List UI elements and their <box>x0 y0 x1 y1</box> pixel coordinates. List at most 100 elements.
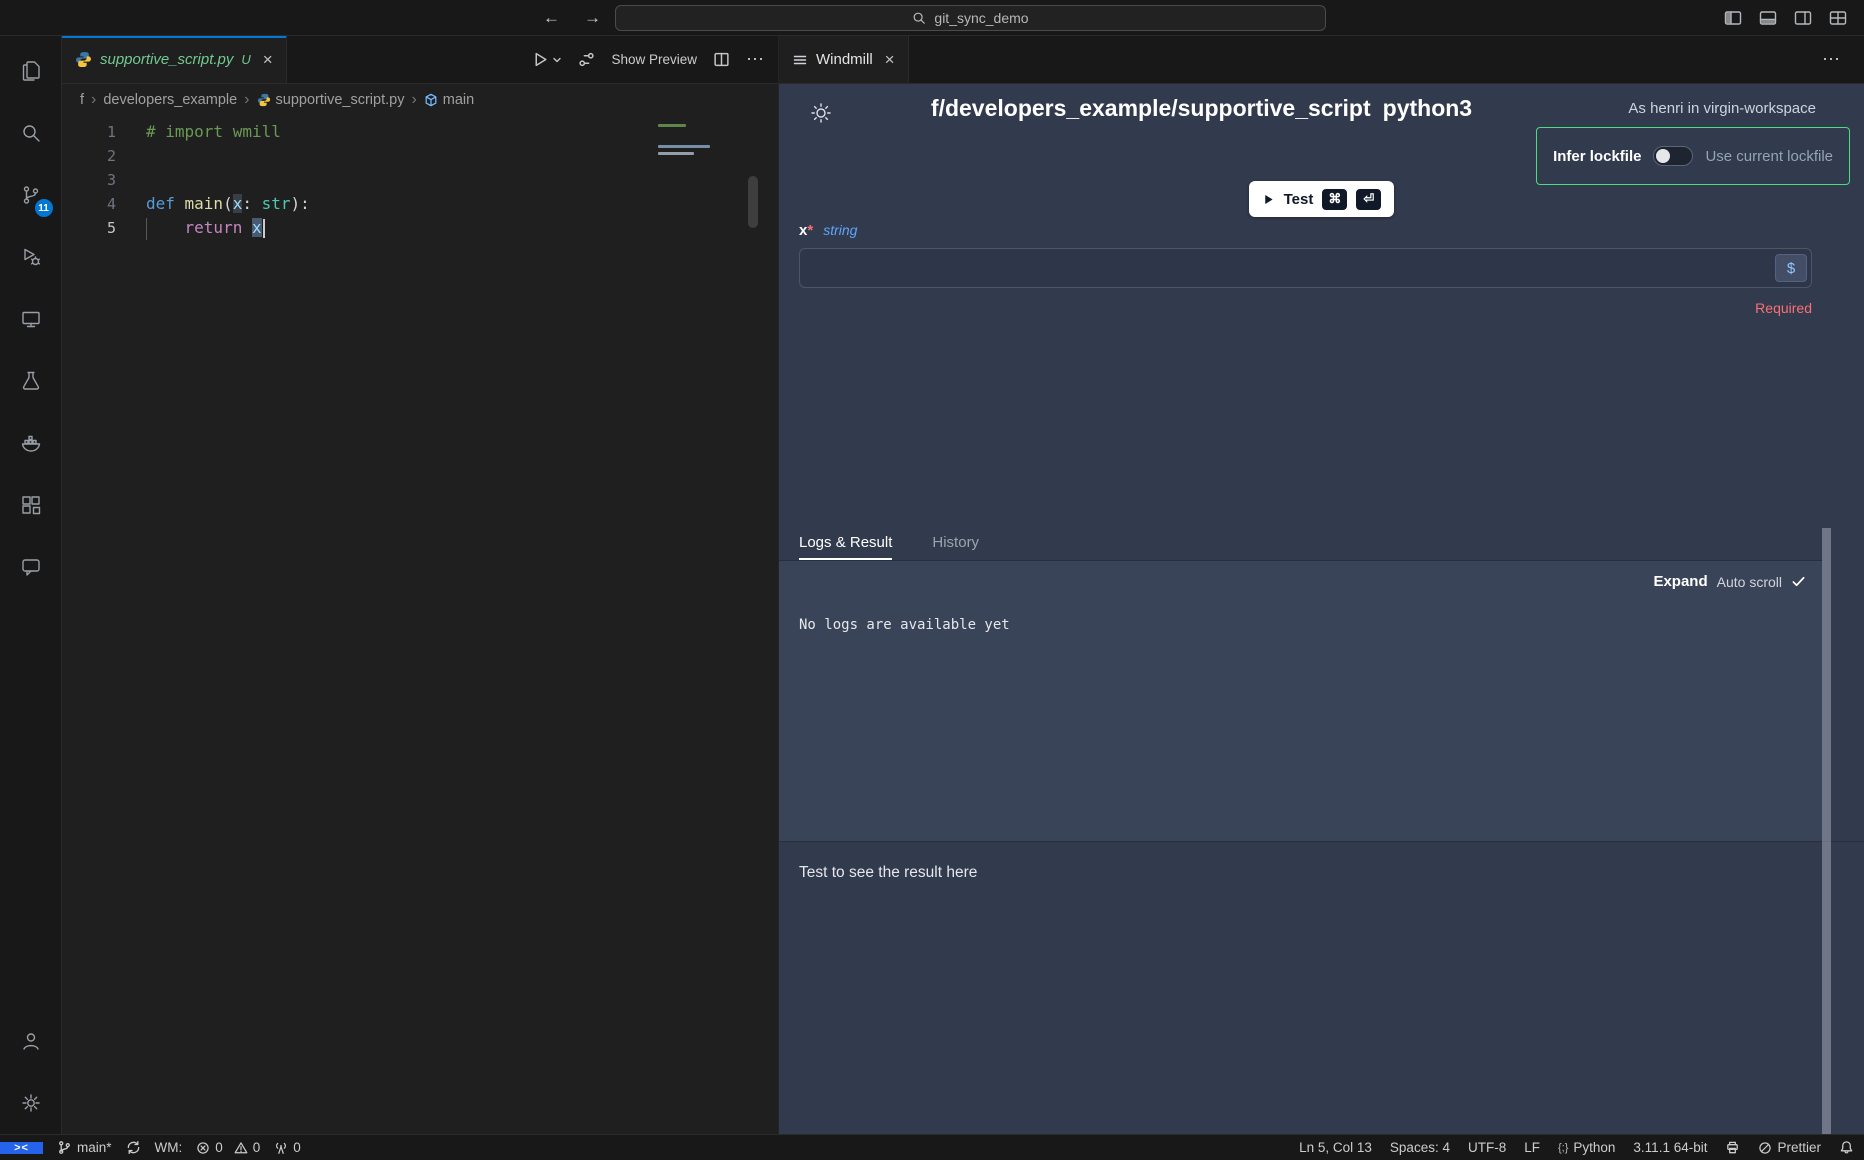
docker-icon[interactable] <box>0 412 62 474</box>
titlebar: ← → git_sync_demo <box>0 0 1864 36</box>
workbench: 11 <box>0 36 1864 1134</box>
close-tab-icon[interactable]: × <box>263 50 273 70</box>
toggle-sidebar-right-icon[interactable] <box>1793 8 1813 28</box>
breadcrumb-folder[interactable]: developers_example <box>103 92 237 108</box>
editor-scrollbar[interactable] <box>748 176 758 228</box>
status-bar-right: Ln 5, Col 13 Spaces: 4 UTF-8 LF {;} Pyth… <box>1299 1140 1864 1155</box>
language-mode-item[interactable]: {;} Python <box>1558 1140 1615 1155</box>
webview-scrollbar[interactable] <box>1822 528 1831 1134</box>
bell-icon <box>1839 1140 1854 1155</box>
script-language: python3 <box>1383 95 1472 121</box>
line-number[interactable]: 4 <box>62 192 116 216</box>
infer-lockfile-label: Infer lockfile <box>1553 148 1641 165</box>
extensions-icon[interactable] <box>0 474 62 536</box>
line-number[interactable]: 5 <box>62 216 116 240</box>
line-content: def main(x: str): <box>146 192 310 216</box>
argument-x-input[interactable] <box>799 248 1812 288</box>
symbol-cube-icon <box>424 93 438 107</box>
chevron-down-icon <box>552 55 562 65</box>
search-value: git_sync_demo <box>934 10 1028 26</box>
error-count: 0 <box>215 1140 223 1155</box>
settings-gear-icon[interactable] <box>0 1072 62 1134</box>
back-arrow-icon[interactable]: ← <box>543 8 560 28</box>
printer-item[interactable] <box>1725 1140 1740 1155</box>
indentation-item[interactable]: Spaces: 4 <box>1390 1140 1450 1155</box>
status-bar: >< main* WM: 0 0 0 Ln 5, Col 13 Spaces: <box>0 1134 1864 1160</box>
tab-logs-result[interactable]: Logs & Result <box>799 534 892 560</box>
minimap[interactable] <box>658 124 748 159</box>
expand-button[interactable]: Expand <box>1653 573 1707 590</box>
line-number[interactable]: 3 <box>62 168 116 192</box>
more-actions-icon[interactable]: ⋯ <box>1822 36 1864 83</box>
line-content: return x <box>146 216 265 240</box>
braces-icon: {;} <box>1558 1142 1568 1154</box>
line-number[interactable]: 1 <box>62 120 116 144</box>
test-button[interactable]: Test ⌘ ⏎ <box>1249 181 1395 217</box>
breadcrumb-file[interactable]: supportive_script.py <box>257 92 405 108</box>
breadcrumb-separator: › <box>91 91 96 109</box>
search-sidebar-icon[interactable] <box>0 102 62 164</box>
git-branch-item[interactable]: main* <box>57 1140 112 1155</box>
notifications-item[interactable] <box>1839 1140 1854 1155</box>
testing-icon[interactable] <box>0 350 62 412</box>
source-control-icon[interactable]: 11 <box>0 164 62 226</box>
explorer-icon[interactable] <box>0 40 62 102</box>
code-line[interactable]: 5 return x <box>62 216 778 240</box>
required-asterisk: * <box>807 222 813 239</box>
script-title: f/developers_example/supportive_scriptpy… <box>899 95 1504 122</box>
command-center-search[interactable]: git_sync_demo <box>615 5 1326 31</box>
circle-slash-icon <box>1758 1141 1772 1155</box>
eol-item[interactable]: LF <box>1524 1140 1540 1155</box>
indent-guide <box>146 218 147 240</box>
problems-item[interactable]: 0 0 <box>196 1140 260 1155</box>
breadcrumb-root[interactable]: f <box>80 92 84 108</box>
code-editor[interactable]: 1# import wmill234def main(x: str):5 ret… <box>62 116 778 1134</box>
split-editor-icon[interactable] <box>713 51 730 68</box>
lockfile-toggle[interactable] <box>1653 146 1693 166</box>
customize-layout-icon[interactable] <box>1828 8 1848 28</box>
tab-windmill[interactable]: Windmill × <box>779 36 909 83</box>
autoscroll-label[interactable]: Auto scroll <box>1717 574 1782 590</box>
show-preview-button[interactable]: Show Preview <box>611 52 697 67</box>
tab-supportive-script[interactable]: supportive_script.py U × <box>62 36 287 83</box>
theme-toggle-sun-icon[interactable] <box>809 101 833 125</box>
open-changes-icon[interactable] <box>578 51 595 68</box>
line-number[interactable]: 2 <box>62 144 116 168</box>
language-label: Python <box>1573 1140 1615 1155</box>
toggle-panel-bottom-icon[interactable] <box>1758 8 1778 28</box>
toggle-knob <box>1656 149 1670 163</box>
cursor-position-item[interactable]: Ln 5, Col 13 <box>1299 1140 1372 1155</box>
run-debug-icon[interactable] <box>0 226 62 288</box>
sync-item[interactable] <box>126 1140 141 1155</box>
run-python-file-button[interactable] <box>532 51 562 68</box>
forward-arrow-icon[interactable]: → <box>584 8 601 28</box>
comments-icon[interactable] <box>0 536 62 598</box>
error-icon <box>196 1141 210 1155</box>
scm-badge: 11 <box>35 199 53 217</box>
warning-count: 0 <box>253 1140 261 1155</box>
prettier-item[interactable]: Prettier <box>1758 1140 1821 1155</box>
layout-controls <box>1723 0 1848 36</box>
insert-variable-button[interactable]: $ <box>1775 254 1807 282</box>
play-icon <box>532 51 549 68</box>
more-actions-icon[interactable]: ⋯ <box>746 49 764 70</box>
ports-item[interactable]: 0 <box>274 1140 301 1155</box>
argument-label-row: x* string <box>799 222 857 239</box>
checkmark-icon[interactable] <box>1791 574 1806 589</box>
editor-tab-bar: supportive_script.py U × Show Preview ⋯ <box>62 36 778 84</box>
windmill-status-item[interactable]: WM: <box>155 1140 183 1155</box>
prettier-label: Prettier <box>1777 1140 1821 1155</box>
encoding-item[interactable]: UTF-8 <box>1468 1140 1506 1155</box>
account-icon[interactable] <box>0 1010 62 1072</box>
code-line[interactable]: 4 def main(x: str): <box>62 192 778 216</box>
remote-explorer-icon[interactable] <box>0 288 62 350</box>
tab-history[interactable]: History <box>932 534 979 560</box>
close-tab-icon[interactable]: × <box>885 50 895 70</box>
toggle-sidebar-left-icon[interactable] <box>1723 8 1743 28</box>
remote-indicator[interactable]: >< <box>0 1142 43 1154</box>
argument-name: x* <box>799 222 813 239</box>
play-icon <box>1262 193 1275 206</box>
breadcrumb-symbol[interactable]: main <box>424 92 474 108</box>
code-line[interactable]: 3 <box>62 168 778 192</box>
python-interpreter-item[interactable]: 3.11.1 64-bit <box>1633 1140 1707 1155</box>
